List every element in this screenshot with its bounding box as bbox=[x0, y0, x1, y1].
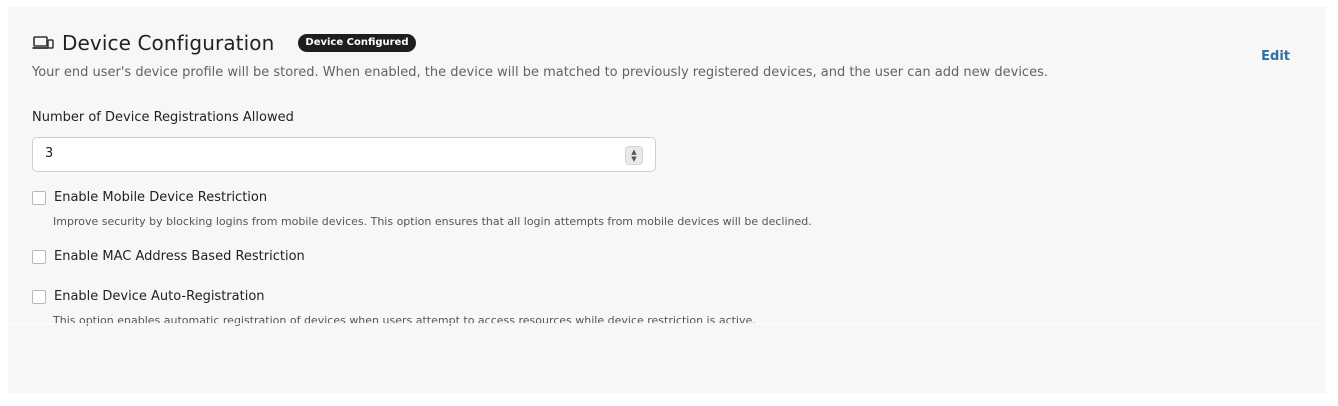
device-configuration-panel: Device Configuration Device Configured E… bbox=[8, 7, 1326, 393]
devices-icon bbox=[32, 32, 54, 54]
registrations-field: ▲ ▼ bbox=[32, 137, 656, 172]
mobile-restriction-option: Enable Mobile Device Restriction bbox=[32, 190, 267, 205]
chevron-down-icon[interactable]: ▼ bbox=[631, 155, 636, 163]
mac-restriction-option: Enable MAC Address Based Restriction bbox=[32, 249, 305, 264]
mobile-restriction-label[interactable]: Enable Mobile Device Restriction bbox=[54, 190, 267, 205]
mac-restriction-label[interactable]: Enable MAC Address Based Restriction bbox=[54, 249, 305, 264]
edit-link[interactable]: Edit bbox=[1261, 49, 1290, 64]
auto-registration-option: Enable Device Auto-Registration bbox=[32, 289, 265, 304]
registrations-input[interactable] bbox=[45, 146, 605, 161]
mobile-restriction-checkbox[interactable] bbox=[32, 190, 46, 205]
registrations-label: Number of Device Registrations Allowed bbox=[32, 110, 294, 125]
auto-registration-label[interactable]: Enable Device Auto-Registration bbox=[54, 289, 265, 304]
auto-registration-checkbox[interactable] bbox=[32, 289, 46, 304]
status-badge: Device Configured bbox=[298, 34, 416, 52]
divider bbox=[8, 323, 1326, 324]
auto-registration-help: This option enables automatic registrati… bbox=[53, 314, 756, 327]
number-stepper[interactable]: ▲ ▼ bbox=[625, 146, 643, 165]
section-title: Device Configuration bbox=[62, 31, 275, 55]
mac-restriction-checkbox[interactable] bbox=[32, 249, 46, 264]
section-header: Device Configuration Device Configured bbox=[32, 31, 416, 55]
mobile-restriction-help: Improve security by blocking logins from… bbox=[53, 215, 812, 228]
section-description: Your end user's device profile will be s… bbox=[32, 65, 1048, 80]
